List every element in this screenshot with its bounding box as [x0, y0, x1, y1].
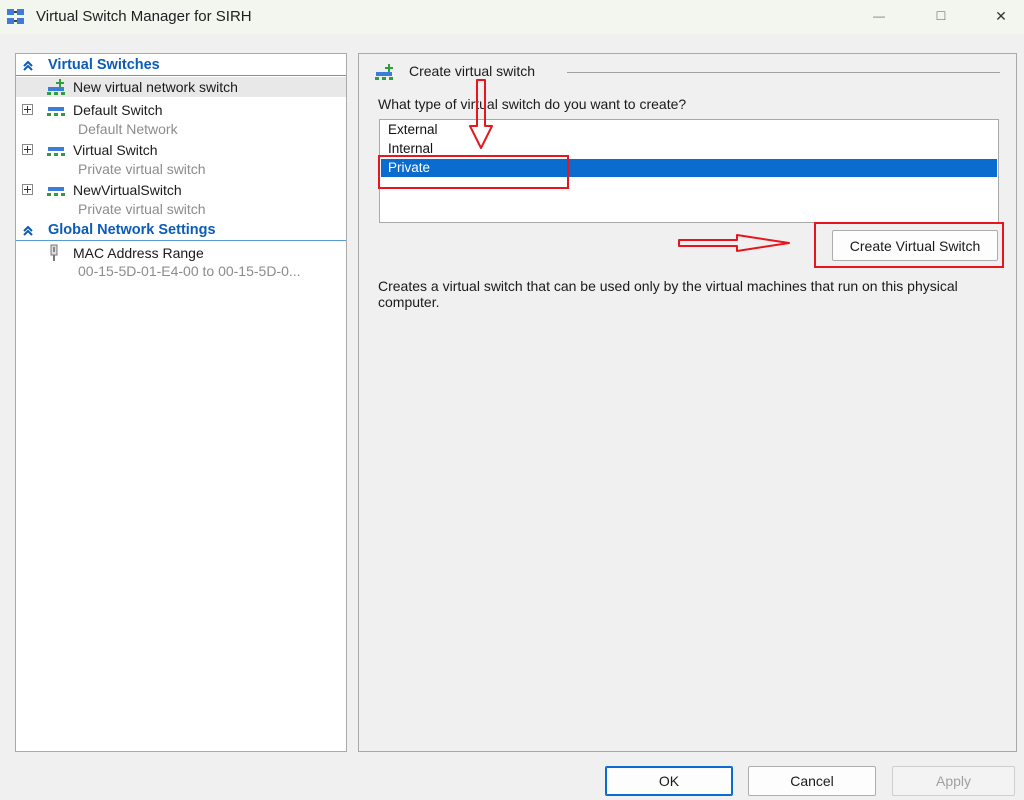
tree-item-label: Virtual Switch [73, 142, 158, 158]
switch-tree-pane: Virtual Switches New virtual network swi… [15, 53, 347, 752]
expand-icon[interactable] [22, 184, 33, 195]
expand-icon[interactable] [22, 104, 33, 115]
tree-item-mac-address-range[interactable]: MAC Address Range [16, 243, 346, 263]
private-highlight-box [378, 155, 569, 189]
collapse-chevron-icon [23, 225, 33, 236]
new-switch-icon [47, 79, 65, 95]
section-label: Virtual Switches [48, 57, 160, 73]
tree-item-virtual-switch[interactable]: Virtual Switch [16, 140, 346, 160]
section-global-network-settings[interactable]: Global Network Settings [16, 221, 346, 241]
network-adapter-icon [50, 244, 58, 261]
close-button[interactable]: ✕ [978, 0, 1024, 32]
collapse-chevron-icon [23, 60, 33, 71]
maximize-icon: ☐ [935, 9, 947, 23]
tree-item-subtitle: Default Network [78, 121, 178, 137]
apply-button[interactable]: Apply [892, 766, 1015, 796]
right-arrow-icon [678, 234, 790, 252]
minimize-icon: — [873, 9, 885, 23]
tree-item-label: Default Switch [73, 102, 163, 118]
ok-button[interactable]: OK [605, 766, 733, 796]
group-divider [567, 72, 1000, 73]
switch-type-question: What type of virtual switch do you want … [378, 96, 687, 112]
minimize-button[interactable]: — [856, 0, 902, 32]
network-switch-icon [47, 107, 65, 116]
title-bar: Virtual Switch Manager for SIRH — ☐ ✕ [0, 0, 1024, 34]
tree-item-subtitle: 00-15-5D-01-E4-00 to 00-15-5D-0... [78, 263, 301, 279]
tree-item-newvirtualswitch[interactable]: NewVirtualSwitch [16, 180, 346, 200]
network-switch-icon [47, 147, 65, 156]
tree-item-label: MAC Address Range [73, 245, 204, 261]
tree-item-default-switch[interactable]: Default Switch [16, 100, 346, 120]
tree-item-subtitle: Private virtual switch [78, 161, 206, 177]
window-title: Virtual Switch Manager for SIRH [36, 8, 252, 25]
tree-item-new-switch[interactable]: New virtual network switch [16, 77, 346, 97]
section-virtual-switches[interactable]: Virtual Switches [16, 56, 346, 76]
down-arrow-icon [469, 79, 493, 149]
tree-item-subtitle: Private virtual switch [78, 201, 206, 217]
network-switch-icon [47, 187, 65, 196]
dialog-client-area: Virtual Switches New virtual network swi… [0, 34, 1024, 800]
maximize-button[interactable]: ☐ [918, 0, 964, 32]
tree-item-label: NewVirtualSwitch [73, 182, 182, 198]
close-icon: ✕ [995, 7, 1007, 24]
tree-item-label: New virtual network switch [73, 79, 238, 95]
switch-type-description: Creates a virtual switch that can be use… [378, 278, 958, 310]
new-switch-icon [375, 64, 393, 80]
section-label: Global Network Settings [48, 222, 216, 238]
virtual-switch-manager-icon [7, 9, 24, 24]
create-button-highlight-box [814, 222, 1004, 268]
expand-icon[interactable] [22, 144, 33, 155]
group-title: Create virtual switch [409, 63, 536, 79]
cancel-button[interactable]: Cancel [748, 766, 876, 796]
